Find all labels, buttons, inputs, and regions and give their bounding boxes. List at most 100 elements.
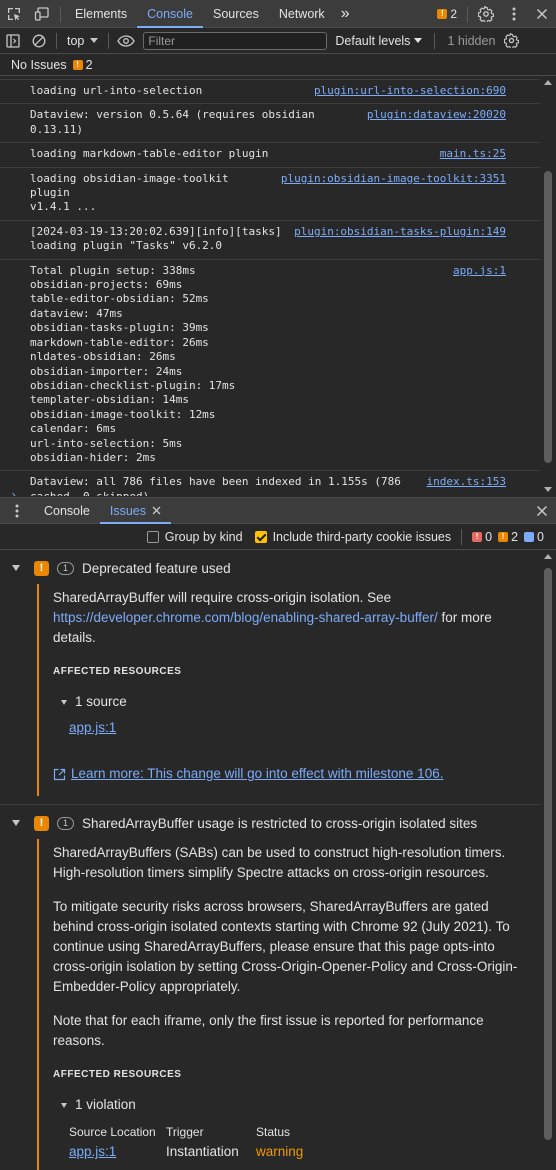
- warning-icon: !: [72, 59, 83, 70]
- message-source-link[interactable]: plugin:obsidian-image-toolkit:3351: [281, 172, 506, 186]
- close-drawer-icon[interactable]: [528, 498, 556, 524]
- more-options-icon[interactable]: [500, 0, 528, 28]
- message-source-link[interactable]: app.js:1: [453, 264, 506, 278]
- group-by-kind-label: Group by kind: [164, 529, 243, 544]
- clear-console-icon[interactable]: [26, 28, 52, 54]
- console-message: plugin:obsidian-image-toolkit:3351 loadin…: [0, 168, 540, 221]
- third-party-cookie-checkbox[interactable]: [254, 530, 267, 543]
- log-levels-label: Default levels: [335, 33, 411, 48]
- console-message: index.ts:153 Dataview: all 786 files have…: [0, 471, 540, 496]
- tab-console[interactable]: Console: [137, 0, 203, 28]
- drawer-tab-issues-label: Issues: [109, 503, 147, 518]
- settings-gear-icon[interactable]: [472, 0, 500, 28]
- warning-icon: !: [34, 815, 49, 831]
- drawer-menu-icon[interactable]: [0, 498, 34, 524]
- issues-scrollbar[interactable]: [540, 550, 556, 1170]
- live-expression-eye-icon[interactable]: [113, 28, 139, 54]
- console-messages[interactable]: plugin:url-into-selection:690 loading url…: [0, 76, 540, 496]
- console-message: plugin:dataview:20020 Dataview: version 0…: [0, 104, 540, 144]
- violations-table: Source Location Trigger Status app.js:1 …: [53, 1117, 524, 1163]
- toolbar-divider: [434, 32, 436, 49]
- issue-count-pill: 1: [57, 561, 74, 575]
- column-header-source-location: Source Location: [69, 1125, 156, 1139]
- tab-elements[interactable]: Elements: [65, 0, 137, 28]
- scroll-up-arrow-icon[interactable]: [544, 80, 552, 85]
- scroll-down-arrow-icon[interactable]: [544, 487, 552, 492]
- message-source-link[interactable]: plugin:url-into-selection:690: [314, 84, 506, 98]
- issue-body: SharedArrayBuffers (SABs) can be used to…: [37, 839, 540, 1170]
- console-toolbar: top Default levels 1 hidden: [0, 28, 556, 54]
- third-party-cookie-option[interactable]: Include third-party cookie issues: [254, 529, 452, 544]
- issue-paragraph: To mitigate security risks across browse…: [53, 899, 518, 994]
- message-source-link[interactable]: plugin:dataview:20020: [367, 108, 506, 122]
- violation-source-link[interactable]: app.js:1: [69, 1141, 166, 1163]
- issue-warning-count: 2: [85, 57, 93, 72]
- issues-toolbar: Group by kind Include third-party cookie…: [0, 524, 556, 550]
- docs-link[interactable]: https://developer.chrome.com/blog/enabli…: [53, 610, 438, 625]
- third-party-cookie-label: Include third-party cookie issues: [272, 529, 452, 544]
- more-tabs-button[interactable]: »: [335, 0, 356, 28]
- console-prompt-chevron[interactable]: ›: [10, 488, 17, 496]
- expand-triangle-icon[interactable]: [12, 565, 20, 571]
- warning-icon: !: [34, 560, 49, 576]
- scroll-up-arrow-icon[interactable]: [544, 554, 552, 559]
- issue-deprecated-feature: ! 1 Deprecated feature used SharedArrayB…: [0, 550, 540, 805]
- console-message: plugin:obsidian-tasks-plugin:149 [2024-03…: [0, 221, 540, 260]
- violation-status: warning: [256, 1144, 304, 1159]
- inspect-element-icon[interactable]: [0, 0, 28, 28]
- no-issues-label[interactable]: No Issues: [11, 58, 67, 72]
- tab-sources[interactable]: Sources: [203, 0, 269, 28]
- warning-counter[interactable]: ! 2: [431, 7, 463, 21]
- message-source-link[interactable]: index.ts:153: [427, 475, 506, 489]
- affected-violations-label: 1 violation: [75, 1097, 136, 1112]
- message-text: Total plugin setup: 338ms obsidian-proje…: [30, 263, 236, 464]
- tab-network[interactable]: Network: [269, 0, 335, 28]
- issue-header[interactable]: ! 1 Deprecated feature used: [0, 552, 540, 584]
- expand-triangle-icon[interactable]: [12, 820, 20, 826]
- expand-triangle-icon[interactable]: [61, 699, 67, 705]
- issues-error-counter: ! 0: [472, 530, 492, 544]
- device-toolbar-icon[interactable]: [28, 0, 56, 28]
- issue-description: SharedArrayBuffer will require cross-ori…: [53, 588, 524, 648]
- issue-warning-counter[interactable]: ! 2: [72, 57, 93, 72]
- console-settings-gear-icon[interactable]: [501, 28, 521, 54]
- message-source-link[interactable]: plugin:obsidian-tasks-plugin:149: [294, 225, 506, 239]
- info-count: 0: [537, 529, 544, 544]
- error-count: 0: [485, 529, 493, 544]
- group-by-kind-checkbox[interactable]: [146, 530, 159, 543]
- issue-paragraph: SharedArrayBuffers (SABs) can be used to…: [53, 845, 506, 880]
- expand-triangle-icon[interactable]: [61, 1102, 67, 1108]
- toolbar-divider: [60, 5, 61, 22]
- affected-sources-label: 1 source: [75, 694, 127, 709]
- drawer-tab-issues[interactable]: Issues: [99, 498, 172, 524]
- console-message: app.js:1 Total plugin setup: 338ms obsidi…: [0, 260, 540, 472]
- column-header-trigger: Trigger: [166, 1125, 204, 1139]
- message-text: loading url-into-selection: [30, 84, 203, 97]
- affected-violations-toggle[interactable]: 1 violation: [53, 1093, 524, 1117]
- issue-header[interactable]: ! 1 SharedArrayBuffer usage is restricte…: [0, 807, 540, 839]
- issues-scrollbar-thumb[interactable]: [544, 568, 552, 1140]
- source-location-link[interactable]: app.js:1: [69, 720, 116, 735]
- learn-more-link[interactable]: Learn more: This change will go into eff…: [71, 764, 443, 784]
- execution-context-select[interactable]: top: [61, 34, 104, 48]
- message-source-link[interactable]: main.ts:25: [440, 147, 506, 161]
- log-levels-dropdown[interactable]: Default levels: [327, 34, 430, 48]
- close-devtools-icon[interactable]: [528, 0, 556, 28]
- console-filter-input[interactable]: [143, 31, 328, 50]
- console-scrollbar[interactable]: [540, 76, 556, 496]
- affected-sources-toggle[interactable]: 1 source: [53, 690, 524, 714]
- issue-counter-bar: No Issues ! 2: [0, 54, 556, 76]
- message-text: Dataview: version 0.5.64 (requires obsid…: [30, 108, 315, 136]
- devtools-tab-bar: Elements Console Sources Network » ! 2: [0, 0, 556, 28]
- description-text: SharedArrayBuffer will require cross-ori…: [53, 590, 392, 605]
- toolbar-divider: [108, 32, 110, 49]
- drawer-tab-console[interactable]: Console: [34, 498, 100, 524]
- group-by-kind-option[interactable]: Group by kind: [146, 529, 243, 544]
- console-scrollbar-thumb[interactable]: [544, 171, 552, 463]
- learn-more-row[interactable]: Learn more: This change will go into eff…: [53, 764, 524, 784]
- caret-down-icon: [414, 37, 423, 43]
- toolbar-divider: [467, 5, 468, 22]
- console-message: main.ts:25 loading markdown-table-editor …: [0, 143, 540, 168]
- show-sidebar-icon[interactable]: [0, 28, 26, 54]
- topbar-right-group: ! 2: [431, 0, 556, 28]
